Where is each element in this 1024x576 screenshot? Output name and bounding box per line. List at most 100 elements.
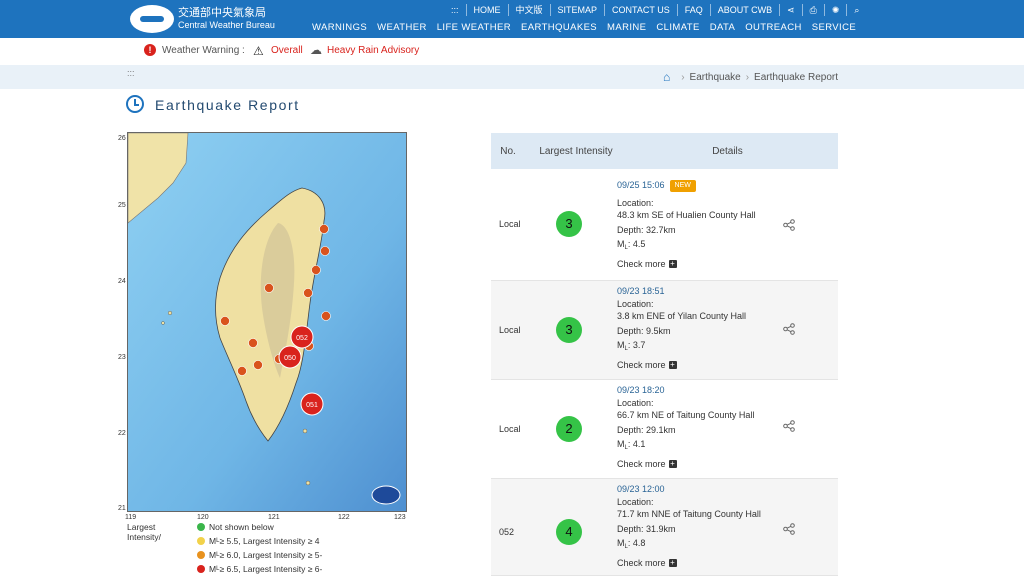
util-chinese-link[interactable]: 中文版 xyxy=(509,4,551,16)
table-row[interactable]: 052 4 09/23 12:00 Location: 71.7 km NNE … xyxy=(491,479,838,576)
row-depth: Depth: 29.1km xyxy=(617,424,676,435)
breadcrumb-bar xyxy=(0,65,1024,89)
home-icon[interactable]: ⌂ xyxy=(663,70,670,84)
plus-icon: + xyxy=(668,558,677,568)
row-location: 66.7 km NE of Taitung County Hall xyxy=(617,410,755,420)
row-details: 09/23 18:20 Location: 66.7 km NE of Tait… xyxy=(617,385,755,471)
page-title: Earthquake Report xyxy=(155,97,300,113)
check-more-link[interactable]: Check more + xyxy=(617,557,777,570)
search-icon[interactable]: ⌕ xyxy=(847,4,866,16)
marker-label-052: 052 xyxy=(296,335,308,342)
plus-icon: + xyxy=(668,360,677,370)
row-date: 09/23 12:00 xyxy=(617,484,665,494)
util-dots[interactable]: ::: xyxy=(444,4,467,16)
nav-warnings[interactable]: WARNINGS xyxy=(312,22,367,33)
row-details: 09/23 18:51 Location: 3.8 km ENE of Yila… xyxy=(617,286,747,372)
share-icon[interactable] xyxy=(783,323,795,335)
clock-icon xyxy=(126,95,144,113)
row-depth: Depth: 31.9km xyxy=(617,523,676,534)
nav-service[interactable]: SERVICE xyxy=(812,22,856,33)
table-row[interactable]: Local 2 09/23 18:20 Location: 66.7 km NE… xyxy=(491,380,838,479)
breadcrumb-earthquake[interactable]: Earthquake xyxy=(690,72,741,83)
breadcrumb-earthquake-report: Earthquake Report xyxy=(754,71,838,83)
row-magnitude: ML: 4.1 xyxy=(617,439,646,451)
util-home-link[interactable]: HOME xyxy=(467,4,509,16)
row-no: 052 xyxy=(499,527,515,537)
check-more-link[interactable]: Check more + xyxy=(617,359,746,372)
legend-dot-red xyxy=(197,565,205,573)
nav-marine[interactable]: MARINE xyxy=(607,22,646,33)
share-icon[interactable] xyxy=(783,523,795,535)
breadcrumb: ⌂ › Earthquake › Earthquake Report xyxy=(662,70,838,84)
row-no: Local xyxy=(499,219,521,229)
nav-life-weather[interactable]: LIFE WEATHER xyxy=(437,22,511,33)
rain-cloud-icon: ☁ xyxy=(310,43,322,57)
lon-tick-121: 121 xyxy=(268,514,280,521)
nav-earthquakes[interactable]: EARTHQUAKES xyxy=(521,22,597,33)
share-icon[interactable] xyxy=(783,420,795,432)
util-sitemap-link[interactable]: SITEMAP xyxy=(551,4,606,16)
main-nav: WARNINGS WEATHER LIFE WEATHER EARTHQUAKE… xyxy=(312,22,866,33)
lat-tick-21: 21 xyxy=(118,505,126,512)
heavy-rain-advisory-link[interactable]: Heavy Rain Advisory xyxy=(327,45,419,56)
breadcrumb-dots[interactable]: ::: xyxy=(127,68,135,78)
row-details: 09/25 15:06 NEW Location: 48.3 km SE of H… xyxy=(617,179,756,271)
table-row[interactable]: Local 3 09/23 18:51 Location: 3.8 km ENE… xyxy=(491,281,838,380)
overall-warning-link[interactable]: Overall xyxy=(271,45,303,56)
plus-icon: + xyxy=(668,259,677,269)
intensity-badge: 3 xyxy=(556,317,582,343)
check-more-link[interactable]: Check more + xyxy=(617,258,756,271)
lon-tick-122: 122 xyxy=(338,514,350,521)
header-details: Details xyxy=(712,145,743,157)
nav-data[interactable]: DATA xyxy=(710,22,736,33)
util-faq-link[interactable]: FAQ xyxy=(678,4,711,16)
row-details: 09/23 12:00 Location: 71.7 km NNE of Tai… xyxy=(617,483,777,569)
marker-label-050: 050 xyxy=(284,355,296,362)
lon-tick-123: 123 xyxy=(394,514,406,521)
lon-tick-119: 119 xyxy=(125,514,137,521)
row-location: 71.7 km NNE of Taitung County Hall xyxy=(617,509,761,519)
share-icon[interactable] xyxy=(783,219,795,231)
row-date: 09/23 18:51 xyxy=(617,286,665,296)
earthquake-map[interactable]: 052 050 051 xyxy=(127,132,407,512)
cwb-logo[interactable]: 交通部中央氣象局 Central Weather Bureau xyxy=(130,4,275,34)
share-icon[interactable]: ⋖ xyxy=(780,4,803,16)
lat-tick-23: 23 xyxy=(118,354,126,361)
intensity-badge: 4 xyxy=(556,519,582,545)
row-date: 09/25 15:06 xyxy=(617,180,665,190)
brand-name-en: Central Weather Bureau xyxy=(178,20,275,30)
alert-icon: ! xyxy=(144,44,156,56)
legend-row-ml55: ML ≥ 5.5, Largest Intensity ≥ 4 xyxy=(197,536,320,546)
gear-icon[interactable]: ✺ xyxy=(825,4,848,16)
util-contact-link[interactable]: CONTACT US xyxy=(605,4,678,16)
lat-tick-22: 22 xyxy=(118,430,126,437)
row-date: 09/23 18:20 xyxy=(617,385,665,395)
legend-row-not-shown: Not shown below xyxy=(197,522,274,532)
intensity-badge: 3 xyxy=(556,211,582,237)
legend-dot-green xyxy=(197,523,205,531)
nav-weather[interactable]: WEATHER xyxy=(377,22,427,33)
lat-tick-25: 25 xyxy=(118,202,126,209)
nav-outreach[interactable]: OUTREACH xyxy=(745,22,802,33)
map-svg: 052 050 051 xyxy=(128,133,406,511)
cwb-logo-icon xyxy=(130,5,174,33)
lon-tick-120: 120 xyxy=(197,514,209,521)
check-more-link[interactable]: Check more + xyxy=(617,458,754,471)
print-icon[interactable]: ⎙ xyxy=(803,4,825,16)
nav-climate[interactable]: CLIMATE xyxy=(656,22,699,33)
legend-row-ml65: ML ≥ 6.5, Largest Intensity ≥ 6- xyxy=(197,564,322,574)
row-depth: Depth: 9.5km xyxy=(617,325,671,336)
legend-dot-orange xyxy=(197,551,205,559)
row-no: Local xyxy=(499,325,521,335)
row-depth: Depth: 32.7km xyxy=(617,224,676,235)
header-largest-intensity: Largest Intensity xyxy=(539,145,613,157)
row-magnitude: ML: 4.5 xyxy=(617,239,646,252)
legend-row-ml60: ML ≥ 6.0, Largest Intensity ≥ 5- xyxy=(197,550,322,560)
cwb-watermark-logo xyxy=(371,485,401,505)
legend-title: Largest Intensity/ xyxy=(127,522,162,542)
row-location: 48.3 km SE of Hualien County Hall xyxy=(617,210,756,221)
table-row[interactable]: Local 3 09/25 15:06 NEW Location: 48.3 km… xyxy=(491,169,838,281)
util-about-link[interactable]: ABOUT CWB xyxy=(711,4,781,16)
marker-label-051: 051 xyxy=(306,402,318,409)
earthquake-table: No. Largest Intensity Details Local 3 09… xyxy=(491,133,838,576)
